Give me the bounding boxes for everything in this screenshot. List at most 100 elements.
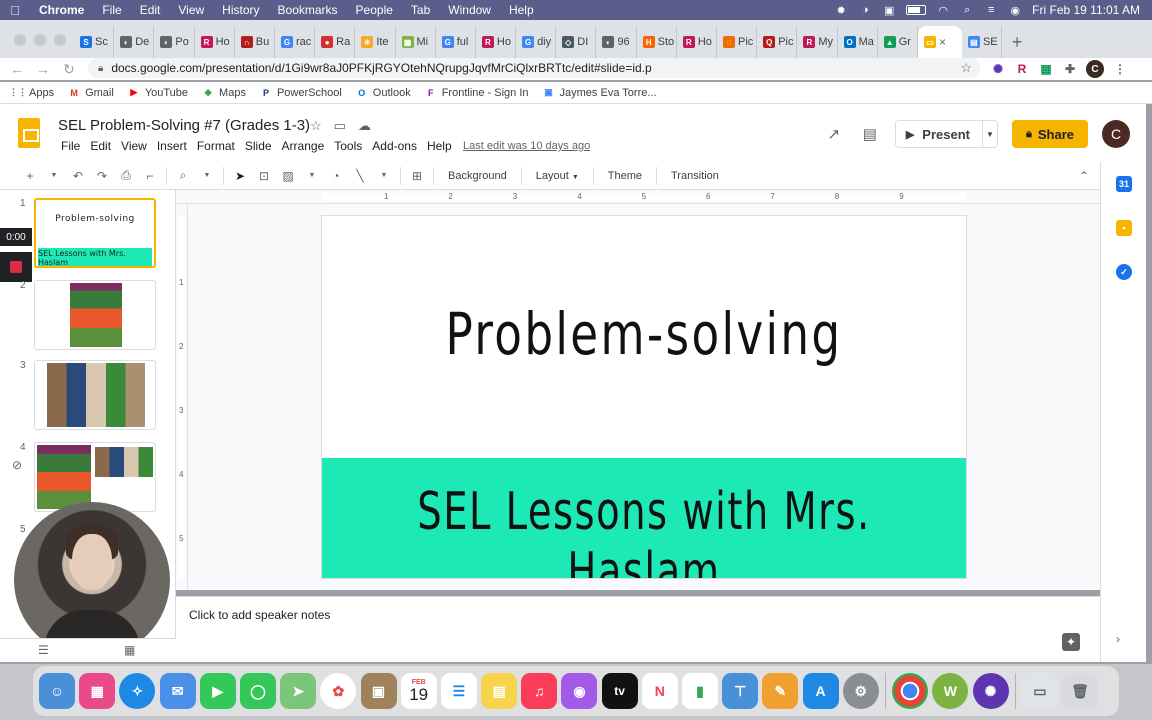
messages-icon[interactable]: ◯ <box>239 673 276 709</box>
menu-edit[interactable]: Edit <box>131 3 170 17</box>
menu-people[interactable]: People <box>347 3 402 17</box>
collapse-chevron-up-icon[interactable]: ⌃ <box>1076 166 1092 186</box>
docs-menu-arrange[interactable]: Arrange <box>277 139 330 153</box>
maximize-window-button[interactable] <box>54 34 66 46</box>
tab-0[interactable]: S Sc <box>74 26 115 58</box>
trash-icon[interactable]: 🗑︎ <box>1062 673 1099 709</box>
bookmark-star-icon[interactable]: ☆ <box>960 60 972 76</box>
theme-button[interactable]: Theme <box>602 170 648 182</box>
facetime-icon[interactable]: ▶ <box>199 673 236 709</box>
slide-subtitle-band[interactable]: SEL Lessons with Mrs. Haslam <box>322 458 966 578</box>
tab-14[interactable]: H Sto <box>637 26 677 58</box>
vertical-ruler[interactable]: 1 2 3 4 5 <box>176 204 188 590</box>
close-tab-icon[interactable]: × <box>939 35 946 49</box>
bookmark-0[interactable]: ⋮⋮ Apps <box>9 87 54 99</box>
redo-icon[interactable]: ↷ <box>94 166 110 186</box>
docs-menu-tools[interactable]: Tools <box>329 139 367 153</box>
control-center-icon[interactable]: ≡ <box>984 4 998 16</box>
chrome-icon[interactable] <box>892 673 929 709</box>
new-tab-button[interactable]: + <box>1002 26 1032 58</box>
attachment-icon[interactable]: ⊘ <box>12 458 22 472</box>
bookmark-4[interactable]: P PowerSchool <box>260 87 342 99</box>
tab-17[interactable]: Q Pic <box>757 26 798 58</box>
tab-19[interactable]: O Ma <box>838 26 878 58</box>
tab-20[interactable]: ▲ Gr <box>878 26 918 58</box>
keep-icon[interactable]: ▪ <box>1116 220 1132 236</box>
menu-view[interactable]: View <box>169 3 213 17</box>
numbers-icon[interactable]: ▮ <box>682 673 718 709</box>
document-title[interactable]: SEL Problem-Solving #7 (Grades 1-3) <box>58 117 310 134</box>
tab-18[interactable]: R My <box>797 26 838 58</box>
tab-active-slides[interactable]: ▭ × <box>917 26 962 58</box>
extension-sheets-icon[interactable]: ▦ <box>1038 61 1054 77</box>
extension-r-icon[interactable]: R <box>1014 61 1030 77</box>
speaker-notes-placeholder[interactable]: Click to add speaker notes <box>189 608 330 622</box>
docs-menu-insert[interactable]: Insert <box>152 139 192 153</box>
keynote-icon[interactable]: ⊤ <box>722 673 759 709</box>
apple-tv-icon[interactable]: tv <box>601 673 638 709</box>
minimize-window-button[interactable] <box>34 34 46 46</box>
zoom-dropdown-icon[interactable]: ▼ <box>199 166 215 186</box>
menu-tab[interactable]: Tab <box>402 3 439 17</box>
bookmark-2[interactable]: ▶ YouTube <box>128 87 188 99</box>
tab-2[interactable]: ◐ Po <box>154 26 195 58</box>
zoom-icon[interactable]: ⌕ <box>175 166 191 186</box>
docs-menu-addons[interactable]: Add-ons <box>367 139 422 153</box>
tab-12[interactable]: ◇ DI <box>556 26 597 58</box>
current-slide[interactable]: Problem-solving SEL Lessons with Mrs. Ha… <box>322 216 966 578</box>
bookmark-5[interactable]: O Outlook <box>356 87 410 99</box>
tab-9[interactable]: Gful <box>436 26 476 58</box>
extensions-puzzle-icon[interactable]: ✚ <box>1062 61 1078 77</box>
comment-icon[interactable]: ⊞ <box>409 166 425 186</box>
profile-avatar[interactable]: C <box>1086 60 1104 78</box>
bookmark-1[interactable]: M Gmail <box>68 87 113 99</box>
forward-icon[interactable]: → <box>30 61 56 77</box>
music-icon[interactable]: ♫ <box>521 673 558 709</box>
chrome-menu-icon[interactable]: ⋮ <box>1112 61 1128 77</box>
image-icon[interactable]: ▨ <box>280 166 296 186</box>
apple-icon[interactable]:  <box>0 3 30 18</box>
docs-menu-file[interactable]: File <box>56 139 85 153</box>
calendar-icon[interactable]: 31 <box>1116 176 1132 192</box>
maps-icon[interactable]: ➤ <box>280 673 317 709</box>
star-icon[interactable]: ☆ <box>310 118 322 134</box>
present-dropdown-icon[interactable]: ▼ <box>983 130 997 139</box>
tab-13[interactable]: ◐ 96 <box>596 26 637 58</box>
tasks-icon[interactable]: ✓ <box>1116 264 1132 280</box>
battery-icon[interactable] <box>906 5 927 15</box>
sync-icon[interactable]: ◑ <box>858 4 872 16</box>
news-icon[interactable]: N <box>641 673 678 709</box>
podcasts-icon[interactable]: ◉ <box>561 673 598 709</box>
tab-4[interactable]: ∩ Bu <box>235 26 275 58</box>
system-preferences-icon[interactable]: ⚙ <box>842 673 879 709</box>
activity-trend-icon[interactable]: ↗ <box>823 123 845 145</box>
bookmark-6[interactable]: F Frontline - Sign In <box>425 87 529 99</box>
background-button[interactable]: Background <box>442 170 513 182</box>
safari-icon[interactable]: ✧ <box>119 673 156 709</box>
clock[interactable]: Fri Feb 19 11:01 AM <box>1032 3 1140 17</box>
slides-logo-icon[interactable] <box>18 118 40 148</box>
contacts-icon[interactable]: ▣ <box>360 673 397 709</box>
select-cursor-icon[interactable]: ➤ <box>232 166 248 186</box>
present-button[interactable]: ▶ Present ▼ <box>894 120 998 148</box>
photos-icon[interactable]: ✿ <box>320 673 357 709</box>
bookmark-7[interactable]: ▣ Jaymes Eva Torre... <box>543 87 656 99</box>
layout-button[interactable]: Layout ▼ <box>530 170 585 182</box>
tab-10[interactable]: R Ho <box>476 26 517 58</box>
gear-icon[interactable]: ✹ <box>834 4 848 17</box>
share-button[interactable]: 🔒︎ Share <box>1012 120 1088 148</box>
explore-icon[interactable]: ✦ <box>1062 633 1080 651</box>
wifi-icon[interactable]: ◠ <box>936 4 950 17</box>
transition-button[interactable]: Transition <box>665 170 725 182</box>
line-dropdown-icon[interactable]: ▼ <box>376 166 392 186</box>
screencastify-icon[interactable]: ✺ <box>972 673 1009 709</box>
notes-app-icon[interactable]: ▤ <box>481 673 518 709</box>
downloads-folder-icon[interactable]: ▭ <box>1021 673 1058 709</box>
calendar-app-icon[interactable]: FEB 19 <box>400 673 437 709</box>
extension-flower-icon[interactable]: ✺ <box>990 61 1006 77</box>
cloud-status-icon[interactable]: ☁ <box>358 118 371 134</box>
shape-icon[interactable]: ◔ <box>328 166 344 186</box>
image-dropdown-icon[interactable]: ▼ <box>304 166 320 186</box>
print-icon[interactable]: ⎙ <box>118 166 134 186</box>
tab-8[interactable]: ▦ Mi <box>396 26 436 58</box>
